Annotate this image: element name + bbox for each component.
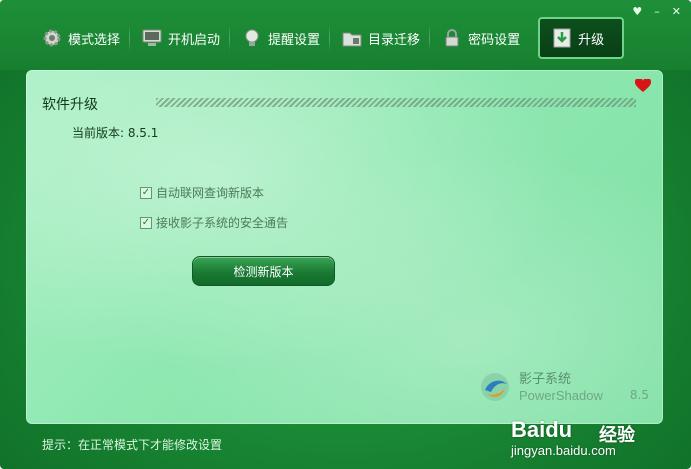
brand-en: PowerShadow bbox=[519, 388, 603, 403]
security-notice-option[interactable]: ✓ 接收影子系统的安全通告 bbox=[140, 214, 288, 231]
tab-label: 升级 bbox=[578, 32, 605, 48]
close-button[interactable]: ✕ bbox=[672, 6, 681, 18]
top-toolbar: 模式选择 开机启动 提醒设置 目录迁移 密码设置 升级 bbox=[30, 16, 625, 60]
minimize-button[interactable]: – bbox=[654, 6, 660, 18]
tab-mode-select[interactable]: 模式选择 bbox=[30, 16, 131, 60]
section-divider bbox=[156, 98, 636, 107]
tab-dir-migrate[interactable]: 目录迁移 bbox=[330, 16, 431, 60]
tab-label: 开机启动 bbox=[168, 32, 221, 48]
tab-reminder[interactable]: 提醒设置 bbox=[230, 16, 331, 60]
brand-cn: 影子系统 bbox=[519, 372, 572, 387]
watermark-baidu: Baidu bbox=[511, 417, 573, 442]
watermark-url: jingyan.baidu.com bbox=[511, 443, 616, 458]
tab-label: 提醒设置 bbox=[268, 32, 321, 48]
option-label: 接收影子系统的安全通告 bbox=[156, 216, 289, 230]
heart-icon[interactable] bbox=[634, 77, 652, 92]
brand-version: 8.5 bbox=[629, 388, 649, 402]
window-controls: ♥ – ✕ bbox=[632, 6, 681, 18]
checkbox-icon[interactable]: ✓ bbox=[140, 186, 152, 199]
auto-check-option[interactable]: ✓ 自动联网查询新版本 bbox=[140, 184, 264, 201]
bulb-icon bbox=[240, 26, 264, 50]
tab-label: 密码设置 bbox=[468, 32, 521, 48]
check-update-button[interactable]: 检测新版本 bbox=[192, 256, 335, 286]
tab-label: 目录迁移 bbox=[368, 32, 421, 48]
brand-block: 影子系统 PowerShadow 8.5 bbox=[479, 368, 649, 414]
tab-label: 模式选择 bbox=[68, 32, 121, 48]
monitor-icon bbox=[140, 26, 164, 50]
lock-icon bbox=[440, 26, 464, 50]
skin-button[interactable]: ♥ bbox=[632, 6, 642, 18]
gear-icon bbox=[40, 26, 64, 50]
section-title: 软件升级 bbox=[42, 97, 98, 113]
option-label: 自动联网查询新版本 bbox=[156, 186, 265, 200]
status-hint: 提示：在正常模式下才能修改设置 bbox=[42, 438, 223, 452]
app-window: ♥ – ✕ 模式选择 开机启动 提醒设置 目录迁移 密码设置 升级 软件升级 当… bbox=[0, 0, 691, 469]
checkbox-icon[interactable]: ✓ bbox=[140, 216, 152, 229]
powershadow-logo-icon bbox=[479, 370, 511, 404]
tab-upgrade[interactable]: 升级 bbox=[538, 17, 625, 59]
tab-startup[interactable]: 开机启动 bbox=[130, 16, 231, 60]
download-icon bbox=[550, 26, 574, 50]
folder-icon bbox=[340, 26, 364, 50]
current-version: 当前版本: 8.5.1 bbox=[72, 126, 159, 140]
upgrade-panel: 软件升级 当前版本: 8.5.1 ✓ 自动联网查询新版本 ✓ 接收影子系统的安全… bbox=[26, 70, 663, 424]
watermark: Baidu 经验 jingyan.baidu.com bbox=[511, 417, 661, 461]
tab-password[interactable]: 密码设置 bbox=[430, 16, 530, 60]
